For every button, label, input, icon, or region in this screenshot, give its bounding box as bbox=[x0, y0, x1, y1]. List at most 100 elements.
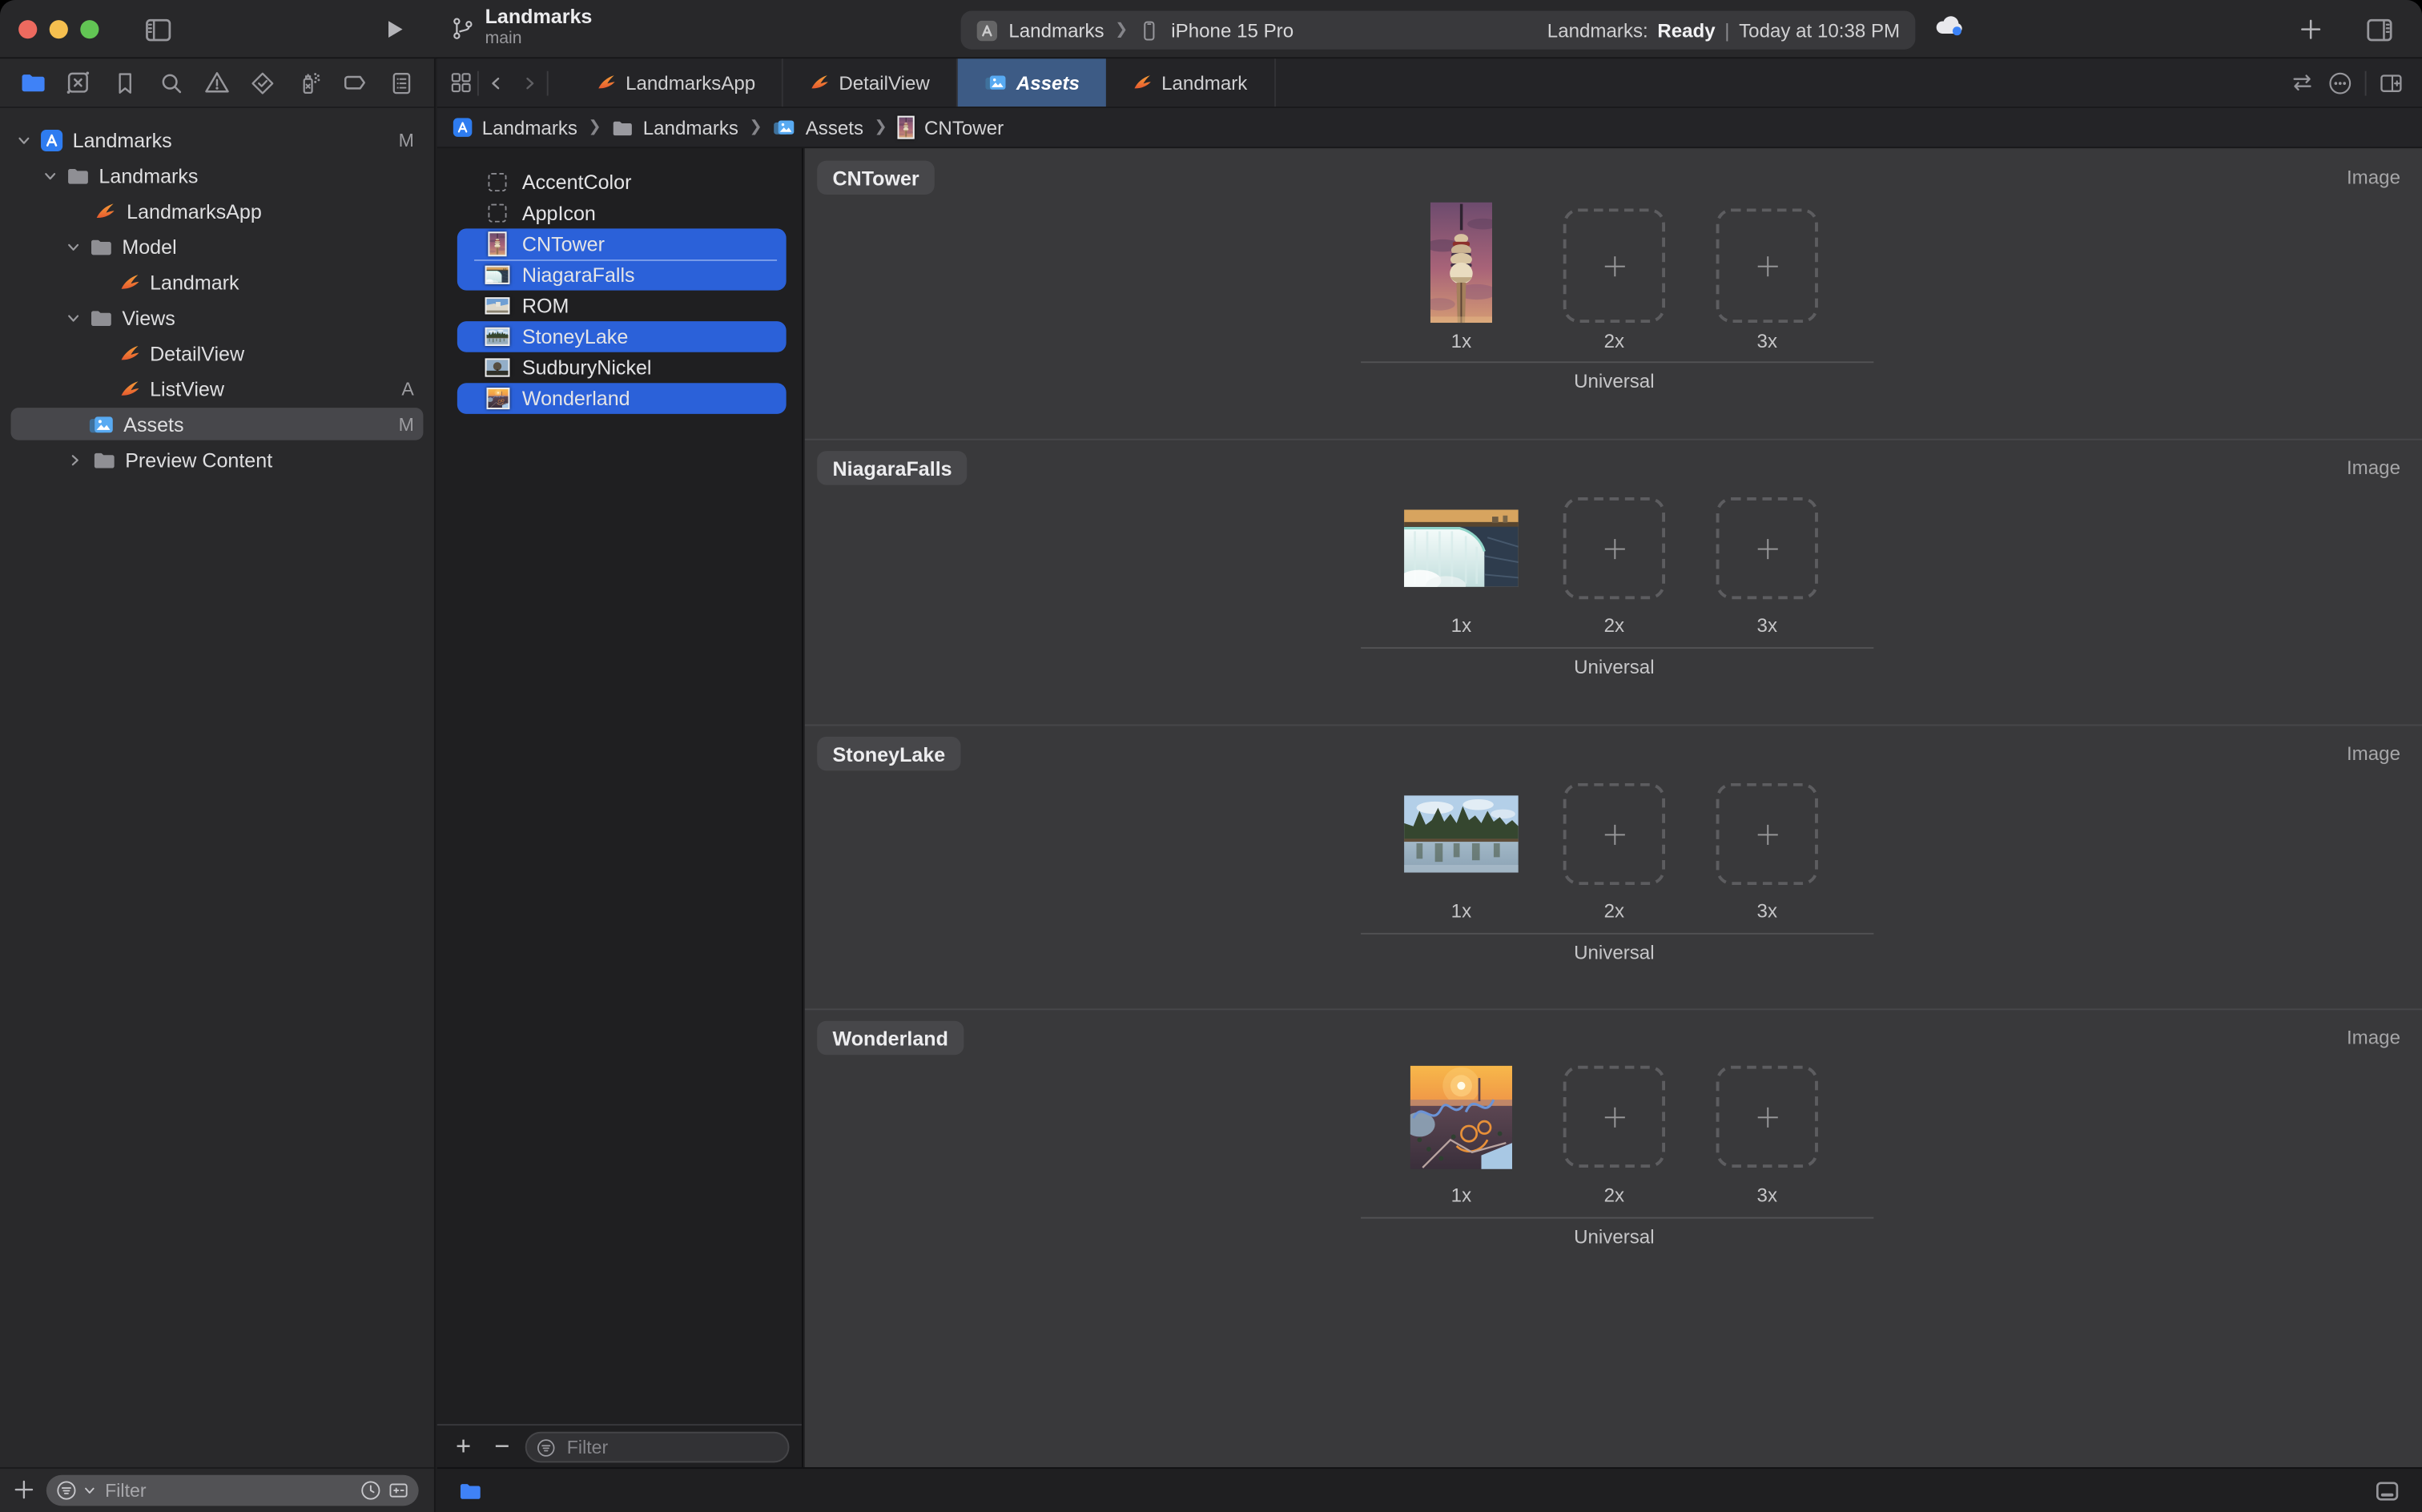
disclosure-chevron-icon[interactable] bbox=[17, 133, 30, 147]
breadcrumb-cntower[interactable]: CNTower bbox=[898, 116, 1004, 139]
disclosure-chevron-icon[interactable] bbox=[43, 168, 57, 182]
breakpoints-navigator-tab[interactable] bbox=[339, 66, 372, 99]
wonderland-1x-image[interactable] bbox=[1410, 1066, 1512, 1169]
remove-asset-button[interactable]: − bbox=[488, 1434, 516, 1462]
navigator-sidebar: Landmarks M Landmarks LandmarksApp Model… bbox=[0, 58, 436, 1512]
niagarafalls-1x-image[interactable] bbox=[1404, 509, 1519, 586]
filter-icon bbox=[55, 1480, 77, 1502]
reports-navigator-tab[interactable] bbox=[384, 66, 418, 99]
add-button[interactable] bbox=[2292, 14, 2329, 45]
asset-row-accentcolor[interactable]: AccentColor bbox=[437, 167, 802, 198]
tree-row-landmarks-project[interactable]: Landmarks M bbox=[0, 122, 434, 157]
bookmarks-navigator-tab[interactable] bbox=[108, 66, 142, 99]
debug-navigator-tab[interactable] bbox=[292, 66, 326, 99]
app-project-icon bbox=[40, 128, 63, 151]
asset-label: NiagaraFalls bbox=[522, 263, 635, 287]
breadcrumb-assets[interactable]: Assets bbox=[773, 117, 863, 139]
plus-minus-box-icon[interactable] bbox=[388, 1480, 409, 1502]
tab-assets[interactable]: Assets bbox=[958, 58, 1106, 107]
breadcrumb-project[interactable]: Landmarks bbox=[453, 117, 577, 139]
go-back-button[interactable] bbox=[479, 66, 513, 99]
wonderland-3x-slot[interactable] bbox=[1716, 1066, 1818, 1168]
navigator-filter-field[interactable] bbox=[46, 1475, 419, 1506]
toggle-outline-button[interactable] bbox=[457, 1480, 484, 1503]
asset-row-stoneylake[interactable]: StoneyLake bbox=[437, 321, 802, 352]
xcode-cloud-button[interactable] bbox=[1933, 12, 1965, 38]
related-items-button[interactable] bbox=[444, 66, 477, 99]
asset-set-header: NiagaraFalls bbox=[817, 451, 968, 485]
toggle-navigator-button[interactable] bbox=[139, 14, 176, 45]
minimize-button[interactable] bbox=[50, 20, 68, 38]
scheme-menu[interactable]: Landmarks ❯ iPhone 15 Pro bbox=[976, 19, 1293, 41]
add-asset-button[interactable]: + bbox=[449, 1434, 477, 1462]
scale-1x-label: 1x bbox=[1410, 1184, 1512, 1206]
navigator-bottom-bar bbox=[0, 1467, 434, 1512]
zoom-button[interactable] bbox=[80, 20, 99, 38]
disclosure-chevron-icon[interactable] bbox=[66, 239, 80, 253]
status-separator: | bbox=[1724, 19, 1729, 41]
tree-row-landmarksapp[interactable]: LandmarksApp bbox=[0, 193, 434, 228]
project-navigator-tab[interactable] bbox=[15, 66, 49, 99]
stoneylake-2x-slot[interactable] bbox=[1563, 783, 1665, 885]
tab-label: LandmarksApp bbox=[626, 72, 755, 94]
niagarafalls-3x-slot[interactable] bbox=[1716, 497, 1818, 599]
idiom-divider bbox=[1361, 361, 1873, 363]
asset-row-cntower[interactable]: CNTower bbox=[437, 228, 802, 259]
asset-row-niagarafalls[interactable]: NiagaraFalls bbox=[437, 259, 802, 291]
divider bbox=[2365, 70, 2367, 95]
tab-detailview[interactable]: DetailView bbox=[783, 58, 958, 107]
scale-2x-label: 2x bbox=[1563, 1184, 1665, 1206]
asset-row-appicon[interactable]: AppIcon bbox=[437, 198, 802, 229]
wonderland-2x-slot[interactable] bbox=[1563, 1066, 1665, 1168]
recents-clock-icon[interactable] bbox=[360, 1480, 381, 1502]
scale-1x-label: 1x bbox=[1410, 900, 1512, 922]
navigator-filter-input[interactable] bbox=[102, 1478, 353, 1503]
cntower-2x-slot[interactable] bbox=[1563, 208, 1665, 323]
issues-navigator-tab[interactable] bbox=[200, 66, 234, 99]
idiom-divider bbox=[1361, 1217, 1873, 1219]
scale-2x-label: 2x bbox=[1563, 331, 1665, 352]
asset-row-wonderland[interactable]: Wonderland bbox=[437, 383, 802, 414]
add-editor-icon[interactable] bbox=[2379, 70, 2404, 95]
tab-landmark[interactable]: Landmark bbox=[1106, 58, 1275, 107]
navigator-add-button[interactable] bbox=[12, 1478, 35, 1502]
run-button[interactable] bbox=[376, 14, 412, 45]
source-control-navigator-tab[interactable] bbox=[62, 66, 95, 99]
tests-navigator-tab[interactable] bbox=[246, 66, 280, 99]
plus-icon bbox=[1604, 824, 1624, 844]
scheme-name: Landmarks bbox=[1008, 19, 1104, 41]
go-forward-button[interactable] bbox=[513, 66, 546, 99]
cntower-1x-image[interactable] bbox=[1430, 203, 1492, 323]
asset-row-sudburynickel[interactable]: SudburyNickel bbox=[437, 352, 802, 384]
tree-row-preview-content[interactable]: Preview Content bbox=[0, 442, 434, 477]
tree-row-detailview[interactable]: DetailView bbox=[0, 335, 434, 370]
disclosure-chevron-icon[interactable] bbox=[68, 452, 82, 466]
asset-filter-field[interactable] bbox=[525, 1432, 790, 1463]
folder-icon bbox=[612, 117, 634, 139]
cntower-3x-slot[interactable] bbox=[1716, 208, 1818, 323]
tree-row-model[interactable]: Model bbox=[0, 228, 434, 263]
swap-arrows-icon[interactable] bbox=[2289, 71, 2315, 94]
asset-filter-input[interactable] bbox=[564, 1435, 778, 1460]
disclosure-chevron-icon[interactable] bbox=[66, 311, 80, 324]
tree-row-views[interactable]: Views bbox=[0, 300, 434, 335]
find-navigator-tab[interactable] bbox=[154, 66, 187, 99]
tree-row-landmarks-group[interactable]: Landmarks bbox=[0, 158, 434, 193]
asset-row-rom[interactable]: ROM bbox=[437, 291, 802, 322]
stoneylake-1x-image[interactable] bbox=[1404, 795, 1519, 872]
asset-set-title: CNTower bbox=[833, 166, 919, 189]
more-options-icon[interactable] bbox=[2327, 70, 2352, 95]
toggle-inspector-button[interactable] bbox=[2360, 14, 2397, 45]
stoneylake-3x-slot[interactable] bbox=[1716, 783, 1818, 885]
tree-row-landmark[interactable]: Landmark bbox=[0, 264, 434, 300]
tab-landmarksapp[interactable]: LandmarksApp bbox=[570, 58, 783, 107]
breadcrumb-group[interactable]: Landmarks bbox=[612, 117, 738, 139]
tree-row-assets[interactable]: Assets M bbox=[0, 406, 434, 441]
asset-label: SudburyNickel bbox=[522, 356, 652, 380]
close-button[interactable] bbox=[18, 20, 37, 38]
cntower-thumbnail bbox=[488, 231, 506, 256]
activity-status[interactable]: Landmarks: Ready | Today at 10:38 PM bbox=[1547, 19, 1900, 41]
niagarafalls-2x-slot[interactable] bbox=[1563, 497, 1665, 599]
toggle-bottom-bar-button[interactable] bbox=[2374, 1478, 2400, 1505]
tree-row-listview[interactable]: ListView A bbox=[0, 371, 434, 406]
